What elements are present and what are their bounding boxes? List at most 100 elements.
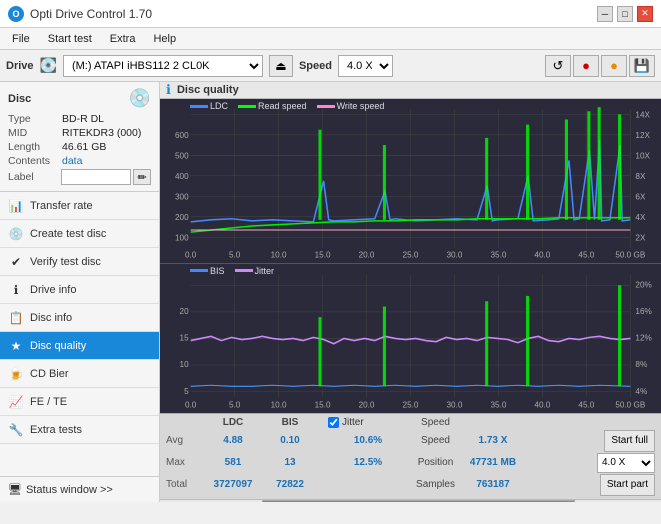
svg-text:20.0: 20.0 [359, 399, 375, 409]
disc-quality-icon: ★ [8, 338, 24, 354]
drive-select[interactable]: (M:) ATAPI iHBS112 2 CL0K [63, 55, 263, 77]
stats-speed-dropdown[interactable]: 4.0 X [597, 453, 655, 473]
total-row-label: Total [166, 479, 202, 490]
drive-info-label: Drive info [30, 284, 76, 296]
sidebar-item-disc-quality[interactable]: ★ Disc quality [0, 332, 159, 360]
menu-extra[interactable]: Extra [102, 31, 144, 47]
app-icon: O [8, 6, 24, 22]
svg-text:400: 400 [175, 172, 189, 181]
main-layout: Disc 💿 Type BD-R DL MID RITEKDR3 (000) L… [0, 82, 661, 502]
refresh-button[interactable]: ↺ [545, 55, 571, 77]
disc-quality-title: Disc quality [177, 84, 239, 96]
menu-help[interactable]: Help [145, 31, 184, 47]
drive-bar: Drive 💽 (M:) ATAPI iHBS112 2 CL0K ⏏ Spee… [0, 50, 661, 82]
progress-bar-area: Test completed 100.0% 66:30 [160, 499, 661, 502]
svg-text:4X: 4X [635, 213, 646, 222]
charts-container: LDC Read speed Write speed [160, 99, 661, 413]
speed-label: Speed [299, 60, 332, 72]
avg-row-label: Avg [166, 435, 202, 446]
sidebar-item-extra-tests[interactable]: 🔧 Extra tests [0, 416, 159, 444]
drive-label: Drive [6, 60, 34, 72]
app-title: Opti Drive Control 1.70 [30, 7, 152, 21]
progress-fill [263, 501, 574, 502]
svg-text:12%: 12% [635, 332, 652, 342]
speed-select[interactable]: 4.0 X [338, 55, 393, 77]
svg-text:35.0: 35.0 [490, 399, 506, 409]
position-label: Position [408, 457, 463, 468]
svg-text:20: 20 [180, 306, 189, 316]
close-button[interactable]: ✕ [637, 6, 653, 22]
svg-text:8%: 8% [635, 359, 647, 369]
ldc-legend: LDC [190, 101, 228, 111]
type-value: BD-R DL [62, 113, 104, 125]
svg-text:8X: 8X [635, 172, 646, 181]
disc-info-label: Disc info [30, 312, 72, 324]
speed-value: 1.73 X [463, 435, 523, 446]
svg-text:30.0: 30.0 [447, 399, 463, 409]
sidebar-item-fe-te[interactable]: 📈 FE / TE [0, 388, 159, 416]
samples-label: Samples [408, 479, 463, 490]
bis-legend-color [190, 269, 208, 272]
length-label: Length [8, 141, 62, 153]
svg-text:45.0: 45.0 [578, 399, 594, 409]
sidebar-item-cd-bier[interactable]: 🍺 CD Bier [0, 360, 159, 388]
fe-te-label: FE / TE [30, 396, 67, 408]
disc-red-button[interactable]: ● [573, 55, 599, 77]
minimize-button[interactable]: ─ [597, 6, 613, 22]
bottom-chart: BIS Jitter [160, 264, 661, 413]
status-window-button[interactable]: 🖥 Status window >> [0, 476, 159, 502]
jitter-checkbox[interactable] [328, 417, 339, 428]
menu-start-test[interactable]: Start test [40, 31, 100, 47]
fe-te-icon: 📈 [8, 394, 24, 410]
svg-text:30.0: 30.0 [447, 251, 463, 260]
svg-text:45.0: 45.0 [578, 251, 594, 260]
svg-text:0.0: 0.0 [185, 399, 197, 409]
avg-ldc: 4.88 [202, 435, 264, 446]
svg-text:15: 15 [180, 332, 189, 342]
extra-tests-icon: 🔧 [8, 422, 24, 438]
disc-panel: Disc 💿 Type BD-R DL MID RITEKDR3 (000) L… [0, 82, 159, 192]
label-edit-button[interactable]: ✏ [133, 169, 151, 185]
total-ldc: 3727097 [202, 479, 264, 490]
content-area: ℹ Disc quality LDC Read speed [160, 82, 661, 502]
disc-panel-title: Disc [8, 93, 31, 105]
cd-bier-icon: 🍺 [8, 366, 24, 382]
svg-text:5.0: 5.0 [229, 251, 241, 260]
eject-button[interactable]: ⏏ [269, 55, 293, 77]
sidebar-item-verify-test-disc[interactable]: ✔ Verify test disc [0, 248, 159, 276]
svg-text:25.0: 25.0 [403, 251, 419, 260]
disc-quality-header-icon: ℹ [166, 82, 171, 98]
start-part-button[interactable]: Start part [600, 474, 655, 496]
menu-file[interactable]: File [4, 31, 38, 47]
type-label: Type [8, 113, 62, 125]
jitter-label: Jitter [342, 417, 364, 428]
write-speed-legend: Write speed [317, 101, 385, 111]
max-jitter: 12.5% [328, 457, 408, 468]
svg-text:15.0: 15.0 [315, 251, 331, 260]
status-window-icon: 🖥 [8, 483, 22, 496]
sidebar-item-drive-info[interactable]: ℹ Drive info [0, 276, 159, 304]
maximize-button[interactable]: □ [617, 6, 633, 22]
sidebar-item-disc-info[interactable]: 📋 Disc info [0, 304, 159, 332]
stats-bar: LDC BIS Jitter Speed Avg 4.88 0.10 10.6%… [160, 413, 661, 499]
drive-icon: 💽 [40, 57, 57, 74]
svg-text:10.0: 10.0 [271, 251, 287, 260]
contents-value: data [62, 155, 82, 167]
svg-text:16%: 16% [635, 306, 652, 316]
max-bis: 13 [264, 457, 316, 468]
disc-orange-button[interactable]: ● [601, 55, 627, 77]
sidebar-item-create-test-disc[interactable]: 💿 Create test disc [0, 220, 159, 248]
sidebar-item-transfer-rate[interactable]: 📊 Transfer rate [0, 192, 159, 220]
avg-bis: 0.10 [264, 435, 316, 446]
read-speed-legend: Read speed [238, 101, 307, 111]
svg-text:300: 300 [175, 192, 189, 201]
svg-text:14X: 14X [635, 110, 650, 119]
extra-tests-label: Extra tests [30, 424, 82, 436]
save-button[interactable]: 💾 [629, 55, 655, 77]
label-input[interactable] [61, 169, 131, 185]
top-chart-svg: 100 200 300 400 500 600 2X 4X 6X 8X 10X … [160, 99, 661, 263]
label-field-label: Label [8, 171, 61, 183]
start-full-button[interactable]: Start full [604, 430, 655, 452]
svg-text:2X: 2X [635, 233, 646, 242]
disc-panel-icon: 💿 [129, 88, 151, 109]
